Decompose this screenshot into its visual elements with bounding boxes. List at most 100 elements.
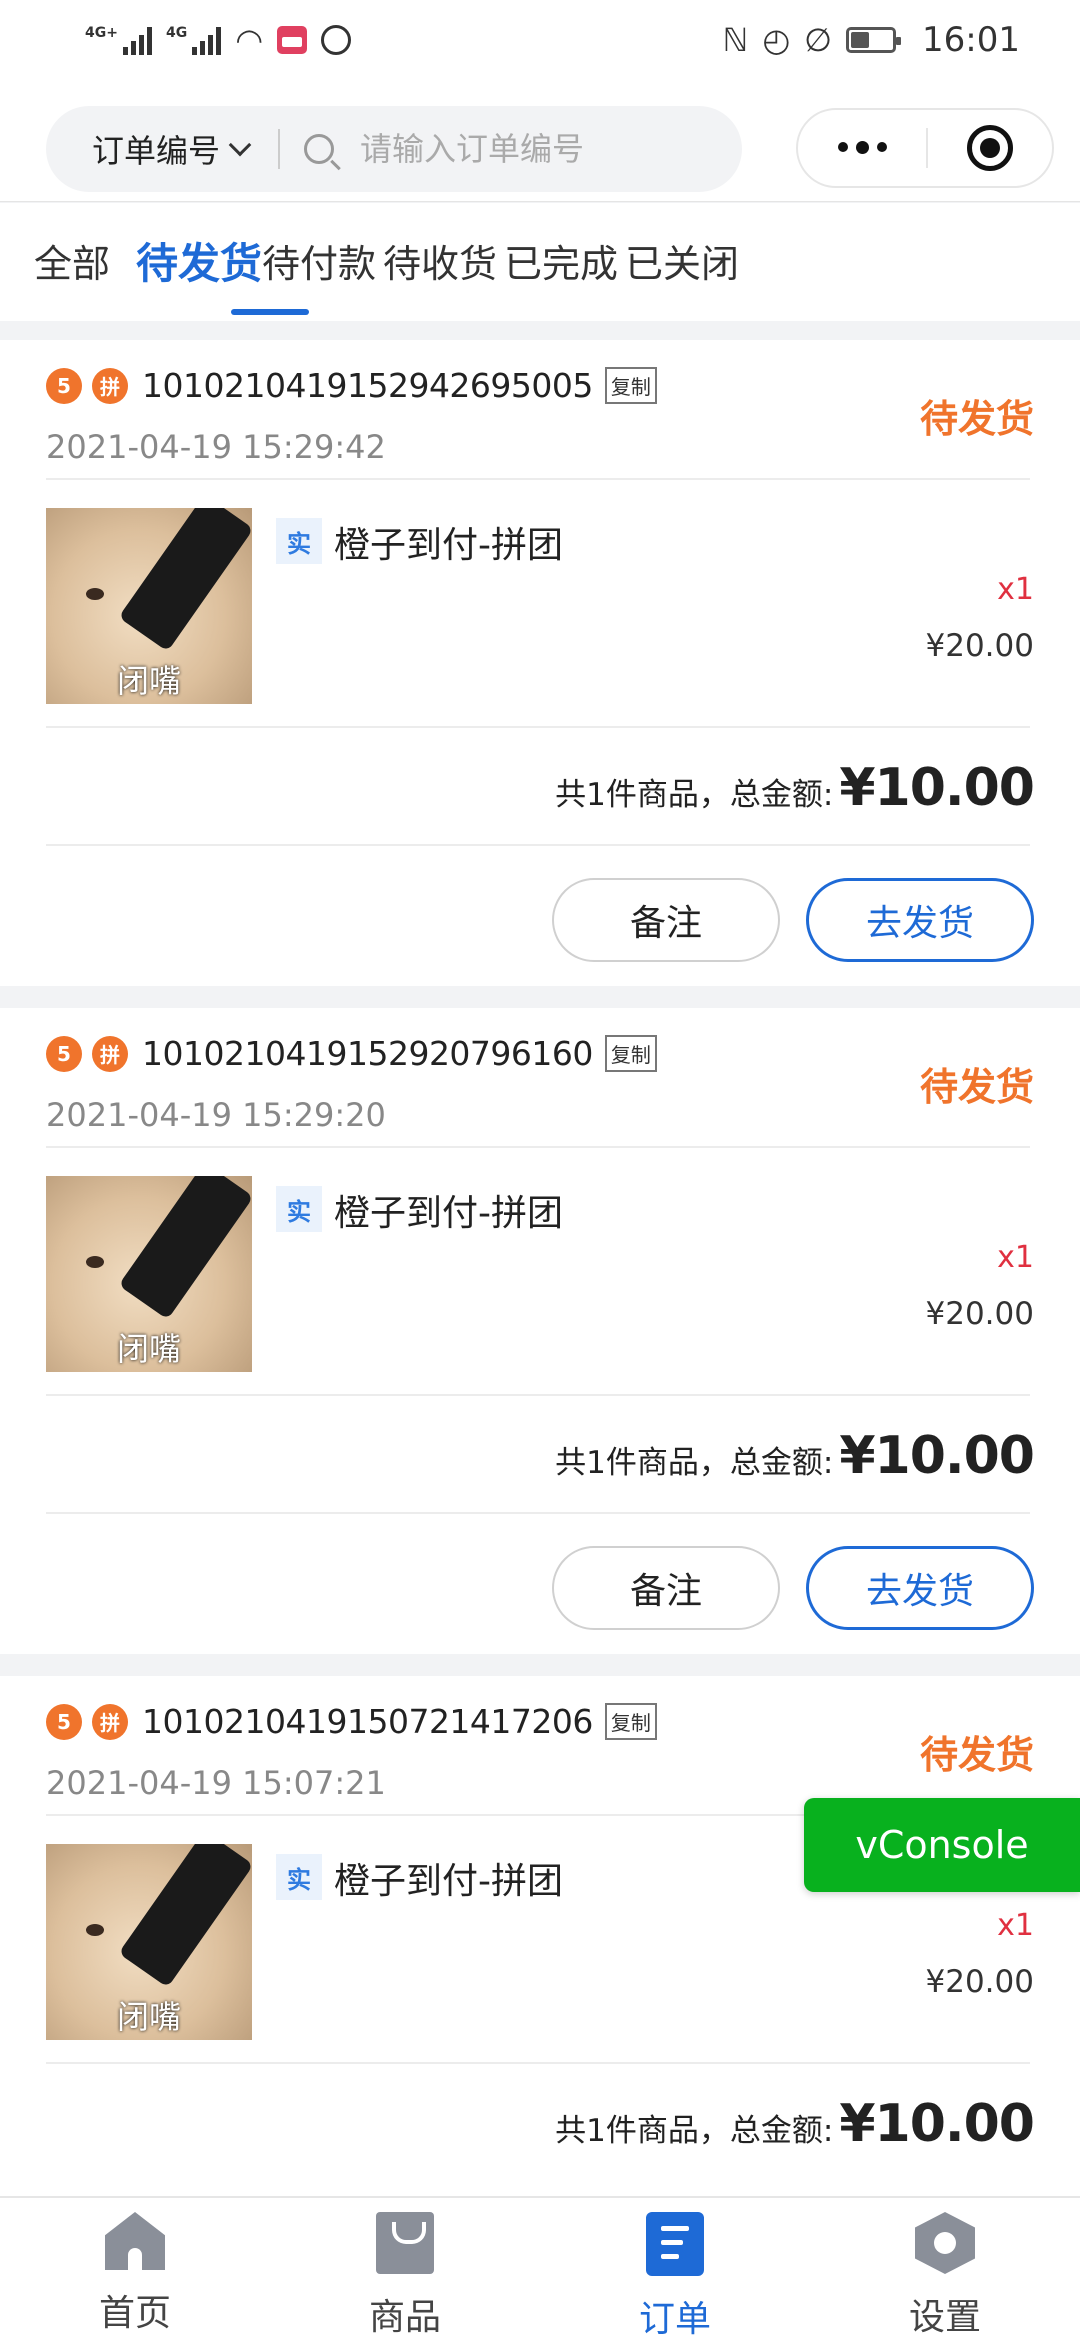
calendar-app-icon <box>277 26 308 54</box>
tab-closed[interactable]: 已关闭 <box>625 233 739 288</box>
nfc-icon: ℕ <box>722 21 749 59</box>
order-card: 5 拼 1010210419152920796160 复制 2021-04-19… <box>0 1008 1080 1654</box>
status-left: 4G+ 4G ◠ <box>85 21 352 59</box>
goods-quantity: x1 <box>997 572 1034 607</box>
network-type: 4G+ <box>85 25 118 41</box>
copy-button[interactable]: 复制 <box>604 367 657 404</box>
wifi-icon: ◠ <box>235 21 264 59</box>
order-time: 2021-04-19 15:29:20 <box>46 1096 386 1134</box>
divider <box>46 1146 1030 1148</box>
order-card: 5 拼 1010210419150721417206 复制 2021-04-19… <box>0 1676 1080 2196</box>
order-status: 待发货 <box>919 1065 1034 1109</box>
total-amount: ¥10.00 <box>839 2094 1035 2154</box>
miniprogram-capsule <box>796 108 1054 188</box>
note-button[interactable]: 备注 <box>552 1546 780 1630</box>
summary-label: 共1件商品，总金额: <box>555 777 834 813</box>
physical-goods-tag: 实 <box>276 1854 322 1900</box>
order-status-tabs: 全部 待发货 待付款 待收货 已完成 已关闭 <box>0 203 1080 321</box>
goods-price: ¥20.00 <box>925 628 1034 664</box>
search-type-label: 订单编号 <box>92 132 221 170</box>
tab-completed[interactable]: 已完成 <box>504 233 618 288</box>
more-icon[interactable] <box>798 141 926 154</box>
goods-bag-icon <box>376 2212 434 2274</box>
order-header: 5 拼 1010210419150721417206 复制 <box>46 1702 657 1741</box>
goods-name: 橙子到付-拼团 <box>334 1193 563 1234</box>
nav-item-home[interactable]: 首页 <box>75 2212 195 2336</box>
physical-goods-tag: 实 <box>276 1186 322 1232</box>
search-type-select[interactable]: 订单编号 <box>92 126 252 172</box>
nav-item-goods[interactable]: 商品 <box>345 2212 465 2340</box>
search-input[interactable] <box>360 130 691 168</box>
nav-item-orders[interactable]: 订单 <box>615 2212 735 2340</box>
active-tab-indicator <box>231 309 309 315</box>
order-time: 2021-04-19 15:29:42 <box>46 428 386 466</box>
source-badge: 5 <box>46 367 82 404</box>
nav-label: 设置 <box>908 2297 981 2338</box>
divider <box>278 129 281 169</box>
order-header: 5 拼 1010210419152920796160 复制 <box>46 1034 657 1073</box>
goods-quantity: x1 <box>997 1908 1034 1943</box>
goods-thumbnail[interactable]: 闭嘴 <box>46 1176 252 1372</box>
settings-icon <box>915 2212 975 2274</box>
note-button[interactable]: 备注 <box>552 878 780 962</box>
status-time: 16:01 <box>922 20 1020 60</box>
order-header: 5 拼 1010210419152942695005 复制 <box>46 366 657 405</box>
signal-icon: 4G+ <box>85 25 152 55</box>
copy-button[interactable]: 复制 <box>604 1703 657 1740</box>
order-number: 1010210419152920796160 <box>142 1034 593 1073</box>
nav-item-settings[interactable]: 设置 <box>885 2212 1005 2340</box>
goods-name: 橙子到付-拼团 <box>334 525 563 566</box>
group-buy-badge: 拼 <box>92 1703 128 1740</box>
thumbnail-caption: 闭嘴 <box>116 1998 181 2036</box>
divider <box>46 2062 1030 2064</box>
tab-all[interactable]: 全部 <box>34 233 110 288</box>
source-badge: 5 <box>46 1035 82 1072</box>
nav-label: 首页 <box>98 2293 171 2334</box>
copy-button[interactable]: 复制 <box>604 1035 657 1072</box>
status-bar: 4G+ 4G ◠ ℕ ◴ ∅ 16:01 <box>0 0 1080 80</box>
thumbnail-caption: 闭嘴 <box>116 1330 181 1368</box>
search-bar: 订单编号 <box>46 106 742 192</box>
goods-price: ¥20.00 <box>925 1964 1034 2000</box>
bottom-nav: 首页 商品 订单 设置 <box>0 2196 1080 2340</box>
goods-price: ¥20.00 <box>925 1296 1034 1332</box>
home-icon <box>105 2212 165 2270</box>
summary-label: 共1件商品，总金额: <box>555 2113 834 2149</box>
summary-label: 共1件商品，总金额: <box>555 1445 834 1481</box>
alarm-icon: ◴ <box>762 21 791 59</box>
total-amount: ¥10.00 <box>839 758 1035 818</box>
signal-icon: 4G <box>165 25 222 55</box>
ship-button[interactable]: 去发货 <box>806 1546 1034 1630</box>
goods-thumbnail[interactable]: 闭嘴 <box>46 508 252 704</box>
order-summary: 共1件商品，总金额: ¥10.00 <box>555 1426 1035 1486</box>
ship-button[interactable]: 去发货 <box>806 878 1034 962</box>
group-buy-badge: 拼 <box>92 367 128 404</box>
divider <box>46 1512 1030 1514</box>
order-number: 1010210419152942695005 <box>142 366 593 405</box>
tab-to-ship[interactable]: 待发货 <box>136 230 262 291</box>
source-badge: 5 <box>46 1703 82 1740</box>
tab-to-receive[interactable]: 待收货 <box>383 233 497 288</box>
nav-label: 订单 <box>638 2299 711 2340</box>
divider <box>46 1394 1030 1396</box>
divider <box>46 726 1030 728</box>
battery-icon <box>846 27 902 53</box>
order-number: 1010210419150721417206 <box>142 1702 593 1741</box>
divider <box>46 478 1030 480</box>
hand-icon <box>321 25 352 55</box>
total-amount: ¥10.00 <box>839 1426 1035 1486</box>
order-summary: 共1件商品，总金额: ¥10.00 <box>555 758 1035 818</box>
target-icon <box>967 125 1013 171</box>
goods-thumbnail[interactable]: 闭嘴 <box>46 1844 252 2040</box>
thumbnail-caption: 闭嘴 <box>116 662 181 700</box>
goods-name: 橙子到付-拼团 <box>334 1861 563 1902</box>
tab-to-pay[interactable]: 待付款 <box>262 233 376 288</box>
physical-goods-tag: 实 <box>276 518 322 564</box>
network-type: 4G <box>165 25 188 41</box>
status-right: ℕ ◴ ∅ 16:01 <box>723 20 1020 60</box>
close-miniprogram-button[interactable] <box>928 125 1052 171</box>
order-time: 2021-04-19 15:07:21 <box>46 1764 386 1802</box>
order-status: 待发货 <box>919 397 1034 441</box>
goods-quantity: x1 <box>997 1240 1034 1275</box>
vconsole-button[interactable]: vConsole <box>804 1798 1080 1892</box>
